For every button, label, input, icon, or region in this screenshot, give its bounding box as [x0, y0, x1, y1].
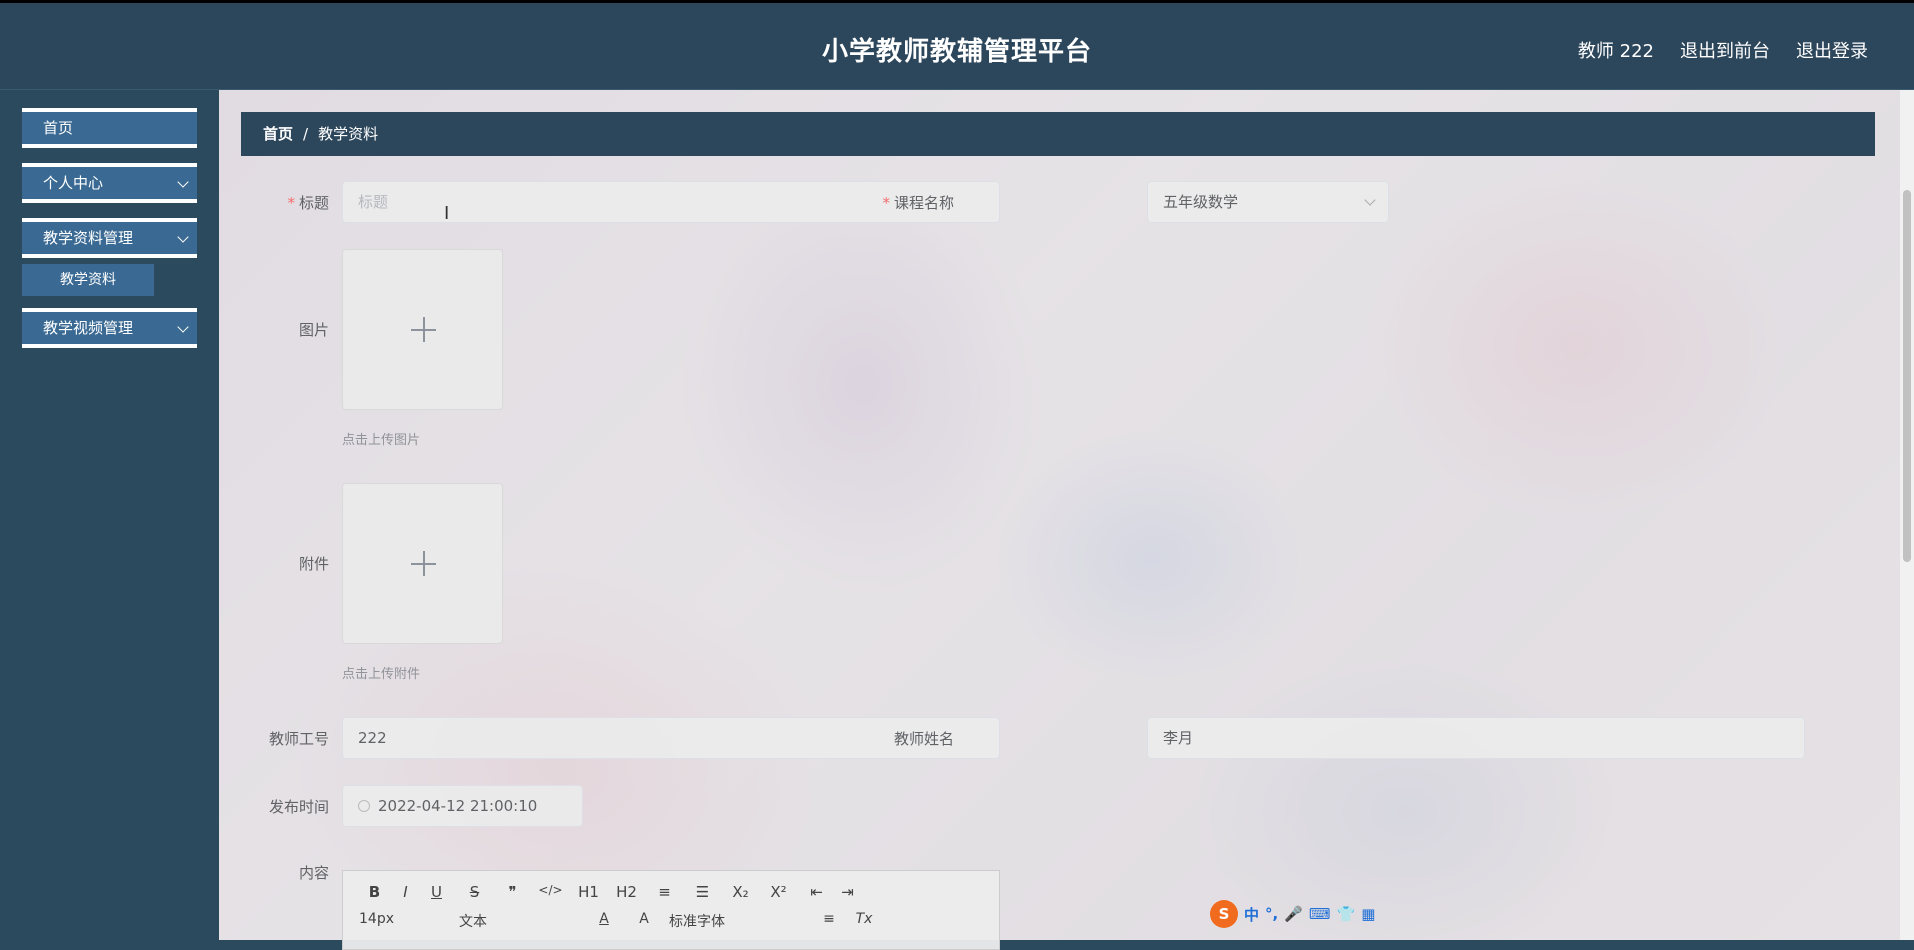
sidebar-item-label: 首页	[43, 119, 74, 137]
attachment-label: 附件	[298, 555, 329, 573]
chevron-down-icon	[177, 321, 189, 333]
sogou-logo-icon: S	[1210, 900, 1238, 928]
sidebar-item-label: 个人中心	[43, 174, 104, 192]
font-color-button[interactable]: A	[589, 911, 619, 931]
chevron-down-icon	[177, 176, 189, 188]
page-scrollbar[interactable]	[1900, 90, 1914, 940]
publish-time-label: 发布时间	[268, 798, 329, 816]
image-upload[interactable]	[342, 249, 503, 410]
user-name: 教师 222	[1577, 41, 1654, 62]
sidebar-item-teaching-material-mgmt[interactable]: 教学资料管理	[22, 218, 197, 258]
attachment-upload[interactable]	[342, 483, 503, 644]
microphone-icon[interactable]: 🎤	[1284, 905, 1303, 923]
breadcrumb-home[interactable]: 首页	[263, 125, 293, 143]
teacher-id-label: 教师工号	[268, 730, 329, 748]
logout-link[interactable]: 退出登录	[1796, 37, 1868, 63]
main-content: 首页 / 教学资料 * 标题 标题 * 课程名称 五年级数学 图片 点击上传图片 附件 …	[219, 90, 1914, 940]
background-color-button[interactable]: A	[619, 911, 669, 931]
attachment-upload-tip: 点击上传附件	[342, 667, 421, 682]
publish-time-input[interactable]: 2022-04-12 21:00:10	[342, 785, 583, 827]
ime-toolbar[interactable]: S 中 °, 🎤 ⌨ 👕 ▦	[1210, 900, 1375, 928]
breadcrumb-current: 教学资料	[318, 125, 379, 143]
clock-icon	[358, 800, 370, 812]
toolbox-icon[interactable]: ▦	[1361, 905, 1375, 923]
teacher-name-label: 教师姓名	[893, 730, 954, 748]
sidebar-item-label: 教学资料管理	[43, 229, 134, 247]
indent-button[interactable]: ⇥	[832, 883, 863, 901]
quote-button[interactable]: ❞	[497, 883, 528, 901]
scrollbar-thumb[interactable]	[1903, 190, 1911, 562]
ordered-list-button[interactable]: ≡	[649, 883, 680, 901]
chevron-down-icon	[177, 231, 189, 243]
superscript-button[interactable]: X²	[756, 883, 801, 901]
align-button[interactable]: ≡	[809, 911, 849, 931]
course-label: * 课程名称	[882, 194, 954, 212]
clear-format-button[interactable]: Tx	[849, 911, 879, 931]
chevron-down-icon	[1364, 194, 1376, 206]
underline-button[interactable]: U	[421, 883, 452, 901]
subscript-button[interactable]: X₂	[725, 883, 756, 901]
sidebar: 首页 个人中心 教学资料管理 教学资料 教学视频管理	[0, 90, 219, 940]
teacher-name-input[interactable]: 李月	[1147, 717, 1805, 759]
code-button[interactable]: </>	[528, 883, 573, 901]
punctuation-icon[interactable]: °,	[1265, 905, 1278, 923]
course-select[interactable]: 五年级数学	[1147, 181, 1389, 223]
h2-button[interactable]: H2	[604, 883, 649, 901]
editor-toolbar-row1: B I U S ❞ </> H1 H2 ≡ ☰ X₂ X² ⇤ ⇥	[359, 883, 863, 901]
content-label: 内容	[298, 864, 329, 882]
image-label: 图片	[298, 321, 329, 339]
font-family-select[interactable]: 标准字体	[669, 911, 809, 931]
title-label: * 标题	[287, 194, 329, 212]
ime-language-indicator[interactable]: 中	[1244, 904, 1259, 925]
strike-button[interactable]: S	[452, 883, 497, 901]
editor-toolbar-row2: 14px 文本 A A 标准字体 ≡ Tx	[359, 911, 879, 931]
sidebar-subitem-teaching-material[interactable]: 教学资料	[22, 264, 154, 296]
sidebar-item-teaching-video-mgmt[interactable]: 教学视频管理	[22, 308, 197, 348]
exit-to-front-link[interactable]: 退出到前台	[1680, 37, 1770, 63]
bold-button[interactable]: B	[359, 883, 390, 901]
bullet-list-button[interactable]: ☰	[680, 883, 725, 901]
keyboard-icon[interactable]: ⌨	[1309, 905, 1331, 923]
text-cursor-icon: I	[444, 203, 450, 224]
h1-button[interactable]: H1	[573, 883, 604, 901]
breadcrumb: 首页 / 教学资料	[241, 112, 1875, 156]
header-actions: 教师 222 退出到前台 退出登录	[1578, 37, 1868, 63]
skin-icon[interactable]: 👕	[1337, 905, 1356, 923]
sidebar-item-personal-center[interactable]: 个人中心	[22, 163, 197, 203]
sidebar-item-label: 教学视频管理	[43, 319, 134, 337]
outdent-button[interactable]: ⇤	[801, 883, 832, 901]
sidebar-item-home[interactable]: 首页	[22, 108, 197, 148]
content-editor[interactable]: B I U S ❞ </> H1 H2 ≡ ☰ X₂ X² ⇤ ⇥ 14px 文…	[342, 870, 1000, 950]
top-header: 小学教师教辅管理平台 教师 222 退出到前台 退出登录	[0, 0, 1914, 90]
image-upload-tip: 点击上传图片	[342, 433, 421, 448]
font-size-select[interactable]: 14px	[359, 911, 459, 931]
block-format-select[interactable]: 文本	[459, 911, 589, 931]
italic-button[interactable]: I	[390, 883, 421, 901]
